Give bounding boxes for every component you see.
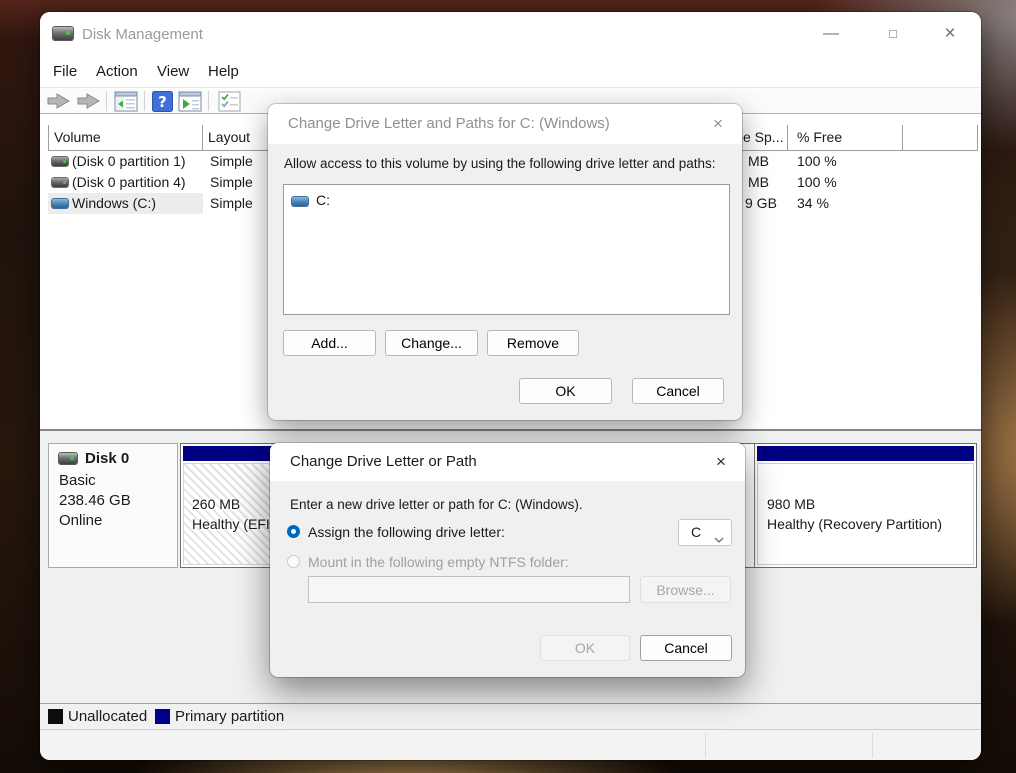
menu-help[interactable]: Help [204,59,243,84]
volume-name: (Disk 0 partition 1) [72,151,186,172]
partition-recovery[interactable]: 980 MB Healthy (Recovery Partition) [754,444,976,567]
dialog-title-bar[interactable]: Change Drive Letter or Path × [270,443,745,481]
volume-icon [52,157,68,166]
partition-size: 980 MB [767,496,815,512]
volume-layout: Simple [210,151,253,172]
dialog-description: Enter a new drive letter or path for C: … [290,497,583,512]
close-icon[interactable]: × [706,112,730,136]
window-title: Disk Management [82,26,203,43]
drive-letter-label: C: [316,192,330,208]
svg-text:?: ? [158,93,167,111]
volume-free-space: MB [748,172,769,193]
partition-body [757,463,974,565]
unallocated-swatch-icon [48,709,63,724]
dialog-title-bar[interactable]: Change Drive Letter and Paths for C: (Wi… [268,104,742,144]
cancel-button[interactable]: Cancel [632,378,724,404]
disk0-info-panel[interactable]: Disk 0 Basic 238.46 GB Online [48,443,178,568]
partition-status: Healthy (Recovery Partition) [767,516,942,532]
volume-name: Windows (C:) [72,193,156,214]
disk-status: Online [59,512,102,529]
volume-layout: Simple [210,193,253,214]
mount-folder-radio[interactable] [287,555,300,568]
close-button[interactable]: × [932,19,968,49]
minimize-button[interactable]: — [813,19,849,49]
volume-free-space: MB [748,151,769,172]
volume-pct-free: 100 % [797,151,837,172]
column-header-pct-free[interactable]: % Free [788,125,903,151]
partition-size: 260 MB [192,496,240,512]
disk-size: 238.46 GB [59,492,131,509]
legend-bar: Unallocated Primary partition [40,703,981,729]
assign-letter-radio[interactable] [287,525,300,538]
volume-name: (Disk 0 partition 4) [72,172,186,193]
cancel-button[interactable]: Cancel [640,635,732,661]
menu-action[interactable]: Action [92,59,142,84]
volume-pct-free: 34 % [797,193,829,214]
drive-letter-value: C [691,524,701,540]
partition-color-bar [183,446,276,461]
remove-button[interactable]: Remove [487,330,579,356]
mount-folder-input[interactable] [308,576,630,603]
disk-management-app-icon [53,27,73,40]
drive-letter-select[interactable]: C [678,519,732,546]
help-icon[interactable]: ? [152,91,173,115]
drive-icon [292,197,308,206]
change-drive-letter-dialog: Change Drive Letter or Path × Enter a ne… [270,443,745,677]
partition-body-hatched [183,463,276,565]
legend-label-unallocated: Unallocated [68,708,147,725]
chevron-down-icon [714,530,724,546]
status-bar-separator [872,733,873,758]
dialog-title: Change Drive Letter and Paths for C: (Wi… [288,115,610,132]
status-bar [40,729,981,760]
partition-color-bar [757,446,974,461]
volume-pct-free: 100 % [797,172,837,193]
close-icon[interactable]: × [709,450,733,474]
browse-button[interactable]: Browse... [640,576,731,603]
change-drive-letter-paths-dialog: Change Drive Letter and Paths for C: (Wi… [268,104,742,420]
back-arrow-icon[interactable] [46,92,72,113]
toolbar-separator [208,91,209,111]
partition-efi[interactable]: 260 MB Healthy (EFI [181,444,279,567]
disk-name: Disk 0 [85,450,129,467]
forward-arrow-icon[interactable] [76,92,102,113]
column-header-blank[interactable] [903,125,978,151]
partition-status: Healthy (EFI [192,516,270,532]
mount-folder-label[interactable]: Mount in the following empty NTFS folder… [308,554,569,570]
primary-partition-swatch-icon [155,709,170,724]
view-options-icon[interactable] [218,91,241,115]
drive-letter-listbox[interactable]: C: [283,184,730,315]
ok-button[interactable]: OK [540,635,630,661]
ok-button[interactable]: OK [519,378,612,404]
dialog-title: Change Drive Letter or Path [290,453,477,470]
volume-icon [52,199,68,208]
assign-letter-label[interactable]: Assign the following drive letter: [308,524,505,540]
change-button[interactable]: Change... [385,330,478,356]
menu-bar: File Action View Help [40,56,981,88]
dialog-description: Allow access to this volume by using the… [284,156,715,171]
menu-file[interactable]: File [49,59,81,84]
action-pane-icon[interactable] [178,91,202,115]
toolbar-separator [144,91,145,111]
menu-view[interactable]: View [153,59,193,84]
column-header-volume[interactable]: Volume [48,125,203,151]
disk-type: Basic [59,472,96,489]
desktop-wallpaper: Disk Management — □ × File Action View H… [0,0,1016,773]
toolbar-separator [106,91,107,111]
legend-label-primary: Primary partition [175,708,284,725]
add-button[interactable]: Add... [283,330,376,356]
status-bar-separator [705,733,706,758]
console-tree-icon[interactable] [114,91,138,115]
volume-layout: Simple [210,172,253,193]
volume-icon [52,178,68,187]
title-bar[interactable]: Disk Management — □ × [40,12,981,56]
disk-icon [59,453,77,464]
maximize-button[interactable]: □ [875,19,911,49]
volume-free-space: 9 GB [745,193,777,214]
